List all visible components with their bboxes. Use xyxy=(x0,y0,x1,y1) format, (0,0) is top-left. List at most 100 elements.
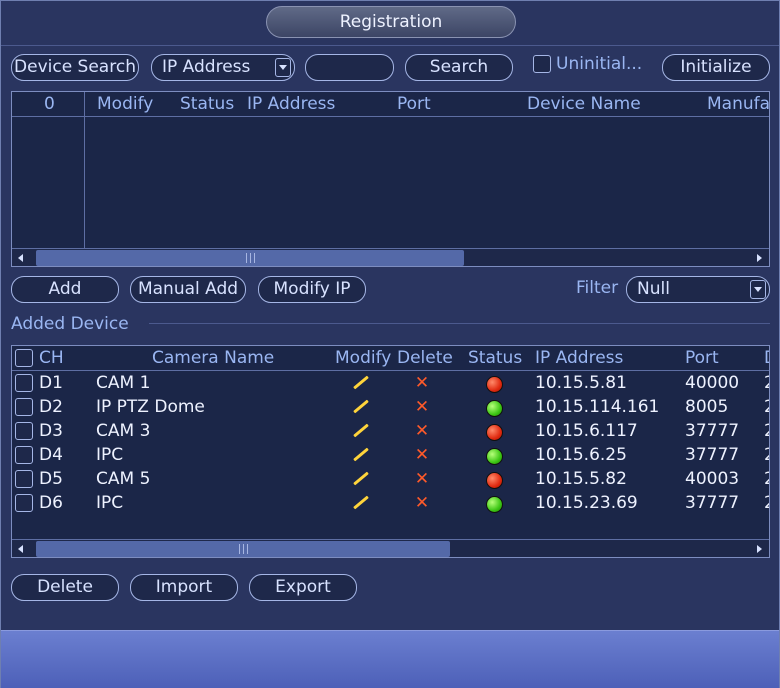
device-search-button[interactable]: Device Search xyxy=(11,54,139,81)
initialize-button[interactable]: Initialize xyxy=(662,54,770,81)
modify-ip-button[interactable]: Modify IP xyxy=(258,276,366,303)
row-channel: D3 xyxy=(39,421,63,441)
col-ip-address: IP Address xyxy=(247,94,336,114)
scroll-right-icon[interactable] xyxy=(751,542,767,556)
row-ip-address: 10.15.114.161 xyxy=(535,397,660,417)
search-input[interactable] xyxy=(305,54,394,81)
row-port: 37777 xyxy=(685,445,740,465)
row-more: 2 xyxy=(764,443,769,467)
pencil-icon[interactable] xyxy=(353,495,369,510)
row-ip-address: 10.15.5.82 xyxy=(535,469,627,489)
col-port: Port xyxy=(685,348,719,368)
row-camera-name: IPC xyxy=(96,493,124,513)
search-button[interactable]: Search xyxy=(405,54,513,81)
row-channel: D1 xyxy=(39,373,63,393)
scroll-left-icon[interactable] xyxy=(14,251,30,265)
x-icon[interactable]: ✕ xyxy=(414,443,430,467)
table-row[interactable]: D2 IP PTZ Dome ✕ 10.15.114.161 8005 2 xyxy=(12,395,769,419)
added-device-table: CH Camera Name Modify Delete Status IP A… xyxy=(11,345,770,558)
search-type-select[interactable]: IP Address xyxy=(151,54,295,81)
pencil-icon[interactable] xyxy=(353,399,369,414)
row-checkbox[interactable] xyxy=(15,422,33,440)
select-all-checkbox[interactable] xyxy=(15,349,33,367)
scrollbar-thumb[interactable] xyxy=(36,541,450,557)
uninitialized-label: Uninitial... xyxy=(556,54,643,74)
add-button[interactable]: Add xyxy=(11,276,119,303)
uninitialized-checkbox[interactable] xyxy=(533,55,551,73)
pencil-icon[interactable] xyxy=(353,375,369,390)
filter-label: Filter xyxy=(576,278,619,298)
header-divider xyxy=(12,116,769,117)
row-port: 37777 xyxy=(685,493,740,513)
green-dot-icon xyxy=(486,496,503,513)
row-channel: D2 xyxy=(39,397,63,417)
added-device-title: Added Device xyxy=(11,314,129,334)
delete-button[interactable]: Delete xyxy=(11,574,119,601)
table-row[interactable]: D6 IPC ✕ 10.15.23.69 37777 2 xyxy=(12,491,769,515)
chevron-down-icon[interactable] xyxy=(275,58,291,77)
col-status: Status xyxy=(468,348,523,368)
x-icon[interactable]: ✕ xyxy=(414,371,430,395)
x-icon[interactable]: ✕ xyxy=(414,419,430,443)
col-manufacturer: Manufa xyxy=(707,94,770,114)
export-button[interactable]: Export xyxy=(249,574,357,601)
row-ip-address: 10.15.5.81 xyxy=(535,373,627,393)
row-channel: D5 xyxy=(39,469,63,489)
window-title: Registration xyxy=(266,6,516,38)
result-count: 0 xyxy=(44,94,55,114)
manual-add-button[interactable]: Manual Add xyxy=(130,276,246,303)
row-channel: D6 xyxy=(39,493,63,513)
filter-value: Null xyxy=(637,279,670,299)
registration-window: Registration Device Search IP Address Se… xyxy=(0,0,780,688)
row-more: 2 xyxy=(764,419,769,443)
table-row[interactable]: D1 CAM 1 ✕ 10.15.5.81 40000 2 xyxy=(12,371,769,395)
col-camera-name: Camera Name xyxy=(152,348,275,368)
red-dot-icon xyxy=(486,424,503,441)
col-more: D xyxy=(764,346,769,370)
row-checkbox[interactable] xyxy=(15,494,33,512)
row-checkbox[interactable] xyxy=(15,470,33,488)
table-row[interactable]: D4 IPC ✕ 10.15.6.25 37777 2 xyxy=(12,443,769,467)
row-camera-name: IPC xyxy=(96,445,124,465)
row-checkbox[interactable] xyxy=(15,398,33,416)
col-device-name: Device Name xyxy=(527,94,641,114)
scroll-left-icon[interactable] xyxy=(14,542,30,556)
x-icon[interactable]: ✕ xyxy=(414,491,430,515)
x-icon[interactable]: ✕ xyxy=(414,395,430,419)
col-modify: Modify xyxy=(335,348,392,368)
row-checkbox[interactable] xyxy=(15,446,33,464)
filter-select[interactable]: Null xyxy=(626,276,770,303)
table-row[interactable]: D3 CAM 3 ✕ 10.15.6.117 37777 2 xyxy=(12,419,769,443)
section-divider xyxy=(149,323,770,324)
row-ip-address: 10.15.23.69 xyxy=(535,493,638,513)
row-channel: D4 xyxy=(39,445,63,465)
col-ch: CH xyxy=(39,348,64,368)
row-ip-address: 10.15.6.25 xyxy=(535,445,627,465)
row-camera-name: IP PTZ Dome xyxy=(96,397,205,417)
row-checkbox[interactable] xyxy=(15,374,33,392)
pencil-icon[interactable] xyxy=(353,447,369,462)
row-more: 2 xyxy=(764,371,769,395)
column-divider xyxy=(84,92,85,248)
search-results-table: 0 Modify Status IP Address Port Device N… xyxy=(11,91,770,267)
pencil-icon[interactable] xyxy=(353,471,369,486)
chevron-down-icon[interactable] xyxy=(750,280,766,299)
search-type-value: IP Address xyxy=(162,57,251,77)
x-icon[interactable]: ✕ xyxy=(414,467,430,491)
row-camera-name: CAM 1 xyxy=(96,373,151,393)
scrollbar-thumb[interactable] xyxy=(36,250,464,266)
red-dot-icon xyxy=(486,376,503,393)
row-more: 2 xyxy=(764,395,769,419)
col-status: Status xyxy=(180,94,235,114)
scroll-right-icon[interactable] xyxy=(751,251,767,265)
search-results-scrollbar[interactable] xyxy=(12,248,769,266)
col-port: Port xyxy=(397,94,431,114)
table-row[interactable]: D5 CAM 5 ✕ 10.15.5.82 40003 2 xyxy=(12,467,769,491)
row-camera-name: CAM 3 xyxy=(96,421,151,441)
row-port: 37777 xyxy=(685,421,740,441)
row-ip-address: 10.15.6.117 xyxy=(535,421,638,441)
import-button[interactable]: Import xyxy=(130,574,238,601)
added-device-scrollbar[interactable] xyxy=(12,539,769,557)
row-camera-name: CAM 5 xyxy=(96,469,151,489)
pencil-icon[interactable] xyxy=(353,423,369,438)
